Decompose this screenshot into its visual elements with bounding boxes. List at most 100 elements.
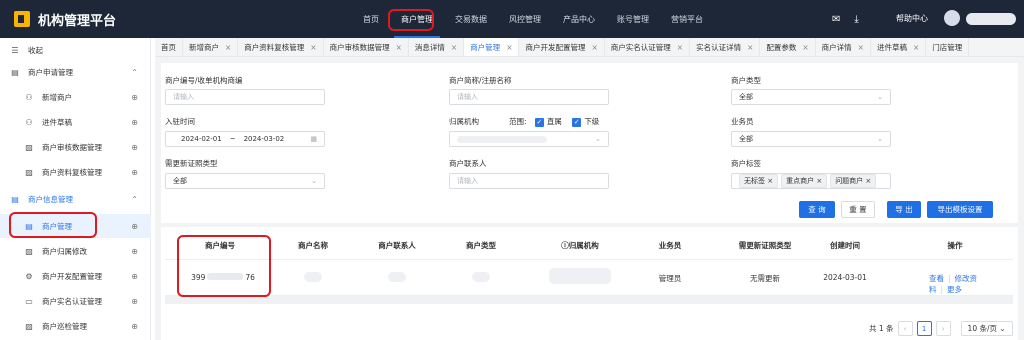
tab-home[interactable]: 首页 <box>155 38 183 56</box>
close-icon[interactable]: × <box>747 43 753 52</box>
horizontal-scrollbar[interactable] <box>165 296 1013 304</box>
export-template-button[interactable]: 导出模板设置 <box>927 201 993 218</box>
sidebar-item-new-merchant[interactable]: ⚇ 新增商户 ⊕ <box>0 85 151 109</box>
merchant-table: 商户编号 商户名称 商户联系人 商户类型 ⓘ归属机构 业务员 需更新证照类型 创… <box>161 227 1018 340</box>
nav-risk[interactable]: 风控管理 <box>498 0 552 38</box>
contact-input[interactable]: 请输入 <box>449 173 609 189</box>
close-icon[interactable]: × <box>396 43 402 52</box>
tab-message[interactable]: 消息详情 × <box>409 38 465 56</box>
logo: 机构管理平台 <box>14 10 314 29</box>
tab-dev-config[interactable]: 商户开发配置管理 × <box>519 38 605 56</box>
tag-chip[interactable]: 重点商户 × <box>781 174 828 188</box>
nav-marketing[interactable]: 营销平台 <box>660 0 714 38</box>
sidebar-item-draft[interactable]: ⚇ 进件草稿 ⊕ <box>0 110 151 134</box>
add-circle-icon[interactable]: ⊕ <box>131 143 138 152</box>
join-time-label: 入驻时间 <box>165 117 195 126</box>
sidebar-item-dev-config[interactable]: ⚙ 商户开发配置管理 ⊕ <box>0 264 151 288</box>
tag-chip[interactable]: 问题商户 × <box>830 174 877 188</box>
merchant-no-input[interactable]: 请输入 <box>165 89 325 105</box>
join-time-range[interactable]: 2024-02-01 ~ 2024-03-02 ▦ <box>165 131 325 147</box>
app-title: 机构管理平台 <box>38 13 117 29</box>
close-icon[interactable]: × <box>591 43 597 52</box>
top-bar: 机构管理平台 首页 商户管理 交易数据 风控管理 产品中心 账号管理 营销平台 … <box>0 0 1024 38</box>
page-number[interactable]: 1 <box>916 321 932 336</box>
add-circle-icon[interactable]: ⊕ <box>131 168 138 177</box>
sidebar-item-review[interactable]: ▨ 商户资料复核管理 ⊕ <box>0 160 151 184</box>
document-icon: ▤ <box>11 67 19 77</box>
checkbox-direct[interactable]: ✓ <box>534 118 544 127</box>
nav-trade[interactable]: 交易数据 <box>444 0 498 38</box>
highlight-annotation <box>9 212 97 238</box>
sidebar-item-audit-data[interactable]: ▨ 商户审核数据管理 ⊕ <box>0 135 151 159</box>
salesman-select[interactable]: 全部 ⌄ <box>731 131 891 147</box>
export-button[interactable]: 导 出 <box>887 201 921 218</box>
more-link[interactable]: 更多 <box>947 285 962 294</box>
add-circle-icon[interactable]: ⊕ <box>131 247 138 256</box>
tab-audit-data[interactable]: 商户审核数据管理 × <box>324 38 409 56</box>
sidebar-item-realname[interactable]: ▭ 商户实名认证管理 ⊕ <box>0 289 151 313</box>
download-icon[interactable]: ⤓ <box>854 14 858 25</box>
tag-chip[interactable]: 无标签 × <box>739 174 779 188</box>
short-name-label: 商户简称/注册名称 <box>449 76 512 85</box>
config-icon: ⚙ <box>25 271 33 281</box>
short-name-input[interactable]: 请输入 <box>449 89 609 105</box>
merchant-type-select[interactable]: 全部 ⌄ <box>731 89 891 105</box>
renew-select[interactable]: 全部 ⌄ <box>165 173 325 189</box>
prev-page-icon[interactable]: ‹ <box>897 321 913 336</box>
add-circle-icon[interactable]: ⊕ <box>131 222 138 231</box>
help-center-link[interactable]: 帮助中心 <box>896 13 928 24</box>
tab-realname-detail[interactable]: 实名认证详情 × <box>690 38 761 56</box>
chevron-down-icon: ⌄ <box>877 93 883 101</box>
tab-new-merchant[interactable]: 新增商户 × <box>183 38 239 56</box>
next-page-icon[interactable]: › <box>935 321 951 336</box>
add-circle-icon[interactable]: ⊕ <box>131 93 138 102</box>
add-circle-icon[interactable]: ⊕ <box>131 118 138 127</box>
sidebar-item-inspection[interactable]: ▨ 商户巡检管理 ⊕ <box>0 314 151 338</box>
add-circle-icon[interactable]: ⊕ <box>131 272 138 281</box>
sidebar-group-info[interactable]: ▤ 商户信息管理 ⌃ <box>0 187 151 211</box>
main-content: 商户编号/收单机构商编 请输入 商户简称/注册名称 请输入 商户类型 全部 ⌄ 入… <box>155 57 1024 340</box>
users-icon: ⚇ <box>25 92 33 102</box>
close-icon[interactable]: × <box>310 43 316 52</box>
tab-merchant-detail[interactable]: 商户详情 × <box>816 38 871 56</box>
avatar[interactable] <box>944 10 960 26</box>
reset-button[interactable]: 重 置 <box>841 201 875 218</box>
info-doc-icon: ▤ <box>11 194 19 204</box>
nav-account[interactable]: 账号管理 <box>606 0 660 38</box>
query-button[interactable]: 查 询 <box>799 201 835 218</box>
sidebar-collapse[interactable]: ☰ 收起 <box>0 38 151 62</box>
close-icon[interactable]: × <box>225 43 231 52</box>
close-icon[interactable]: × <box>677 43 683 52</box>
close-icon[interactable]: × <box>802 43 808 52</box>
nav-home[interactable]: 首页 <box>352 0 390 38</box>
checkbox-sub[interactable]: ✓ <box>572 118 582 127</box>
highlight-annotation <box>388 9 434 31</box>
tab-store[interactable]: 门店管理 <box>926 38 970 56</box>
sidebar-group-apply[interactable]: ▤ 商户申请管理 ⌃ <box>0 60 151 84</box>
tab-review[interactable]: 商户资料复核管理 × <box>238 38 324 56</box>
tab-config-params[interactable]: 配置参数 × <box>760 38 816 56</box>
tab-bar: 首页 新增商户 × 商户资料复核管理 × 商户审核数据管理 × 消息详情 × 商户管理 ×… <box>155 38 1024 57</box>
tab-realname[interactable]: 商户实名认证管理 × <box>605 38 691 56</box>
redacted-name <box>304 272 322 282</box>
user-name-redacted[interactable] <box>966 13 1016 25</box>
page-size-select[interactable]: 10 条/页 ⌄ <box>960 321 1013 336</box>
review-icon: ▨ <box>25 167 33 177</box>
chevron-down-icon: ⌄ <box>311 177 317 185</box>
org-select[interactable]: ⌄ <box>449 131 609 147</box>
close-icon[interactable]: × <box>858 43 864 52</box>
nav-product[interactable]: 产品中心 <box>552 0 606 38</box>
tab-merchant-manage[interactable]: 商户管理 × <box>464 38 520 56</box>
add-circle-icon[interactable]: ⊕ <box>131 322 138 331</box>
view-link[interactable]: 查看 <box>929 274 944 283</box>
add-circle-icon[interactable]: ⊕ <box>131 297 138 306</box>
close-icon[interactable]: × <box>451 43 457 52</box>
close-icon[interactable]: × <box>506 43 512 52</box>
close-icon[interactable]: × <box>913 43 919 52</box>
mail-icon[interactable]: ✉ <box>832 14 840 25</box>
logo-icon <box>14 11 30 27</box>
tags-select[interactable]: 无标签 × 重点商户 × 问题商户 × <box>731 173 891 189</box>
tab-draft[interactable]: 进件草稿 × <box>871 38 927 56</box>
sidebar-item-ownership[interactable]: ▨ 商户归属修改 ⊕ <box>0 239 151 263</box>
pagination: 共 1 条 ‹ 1 › 10 条/页 ⌄ <box>869 321 1013 336</box>
